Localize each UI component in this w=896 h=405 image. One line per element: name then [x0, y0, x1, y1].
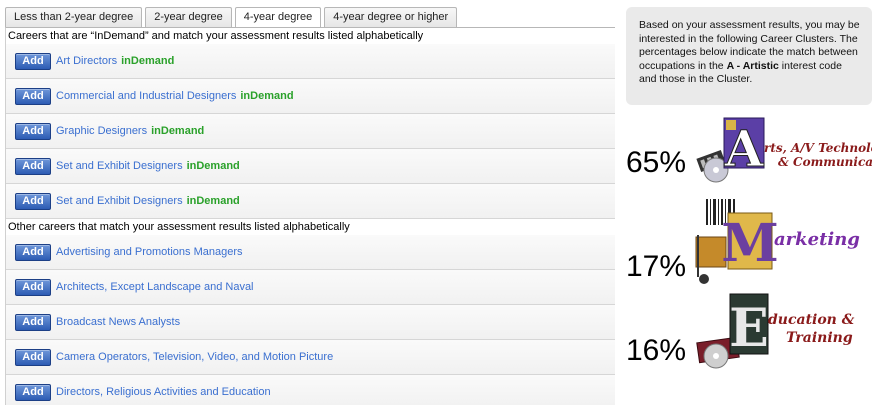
education-cluster-name-2: Training [786, 330, 853, 346]
education-cluster-logo[interactable]: E ducation & Training [690, 290, 872, 376]
svg-text:A: A [724, 119, 765, 178]
career-row: Add Graphic Designers inDemand [6, 114, 615, 149]
career-link[interactable]: Advertising and Promotions Managers [56, 246, 242, 258]
career-row: Add Advertising and Promotions Managers [6, 235, 615, 270]
cluster-percent: 16% [626, 334, 687, 367]
cluster-percent: 65% [626, 146, 687, 179]
other-careers-heading: Other careers that match your assessment… [6, 219, 615, 235]
arts-cluster-name-1: rts, A/V Technology [764, 141, 872, 155]
add-button[interactable]: Add [15, 52, 51, 70]
indemand-badge: inDemand [186, 160, 240, 172]
tab-2-year[interactable]: 2-year degree [145, 7, 232, 27]
career-link[interactable]: Graphic Designers [56, 125, 147, 137]
career-row: Add Commercial and Industrial Designers … [6, 79, 615, 114]
career-row: Add Directors, Religious Activities and … [6, 375, 615, 405]
career-link[interactable]: Directors, Religious Activities and Educ… [56, 386, 271, 398]
indemand-badge: inDemand [240, 90, 294, 102]
arts-cluster-name-2: & Communications [778, 155, 872, 169]
career-row: Add Architects, Except Landscape and Nav… [6, 270, 615, 305]
degree-tabs: Less than 2-year degree 2-year degree 4-… [5, 7, 458, 28]
indemand-badge: inDemand [151, 125, 205, 137]
career-link[interactable]: Broadcast News Analysts [56, 316, 180, 328]
add-button[interactable]: Add [15, 122, 51, 140]
indemand-badge: inDemand [121, 55, 175, 67]
add-button[interactable]: Add [15, 313, 51, 331]
svg-text:E: E [729, 298, 769, 359]
marketing-cluster-logo[interactable]: M arketing [690, 195, 872, 287]
add-button[interactable]: Add [15, 192, 51, 210]
add-button[interactable]: Add [15, 278, 51, 296]
tab-less-than-2-year[interactable]: Less than 2-year degree [5, 7, 143, 27]
add-button[interactable]: Add [15, 157, 51, 175]
add-button[interactable]: Add [15, 348, 51, 366]
marketing-cluster-name: arketing [774, 229, 860, 250]
tab-4-year[interactable]: 4-year degree [234, 7, 322, 28]
career-link[interactable]: Architects, Except Landscape and Naval [56, 281, 254, 293]
career-row: Add Set and Exhibit Designers inDemand [6, 184, 615, 219]
career-row: Add Broadcast News Analysts [6, 305, 615, 340]
career-link[interactable]: Commercial and Industrial Designers [56, 90, 236, 102]
add-button[interactable]: Add [15, 383, 51, 401]
add-button[interactable]: Add [15, 243, 51, 261]
add-button[interactable]: Add [15, 87, 51, 105]
career-row: Add Art Directors inDemand [6, 44, 615, 79]
indemand-badge: inDemand [186, 195, 240, 207]
assessment-info-box: Based on your assessment results, you ma… [626, 7, 872, 105]
svg-text:M: M [721, 213, 779, 274]
career-link[interactable]: Set and Exhibit Designers [56, 160, 183, 172]
interest-code: A - Artistic [726, 59, 779, 72]
career-row: Add Set and Exhibit Designers inDemand [6, 149, 615, 184]
education-cluster-name-1: ducation & [768, 312, 855, 328]
career-link[interactable]: Set and Exhibit Designers [56, 195, 183, 207]
cluster-percent: 17% [626, 250, 687, 283]
careers-panel: Careers that are “InDemand” and match yo… [5, 27, 615, 405]
tab-4-year-or-higher[interactable]: 4-year degree or higher [324, 7, 458, 27]
career-row: Add Camera Operators, Television, Video,… [6, 340, 615, 375]
arts-cluster-logo[interactable]: A rts, A/V Technology & Communications [690, 114, 872, 186]
indemand-heading: Careers that are “InDemand” and match yo… [6, 28, 615, 44]
career-link[interactable]: Art Directors [56, 55, 117, 67]
career-link[interactable]: Camera Operators, Television, Video, and… [56, 351, 333, 363]
